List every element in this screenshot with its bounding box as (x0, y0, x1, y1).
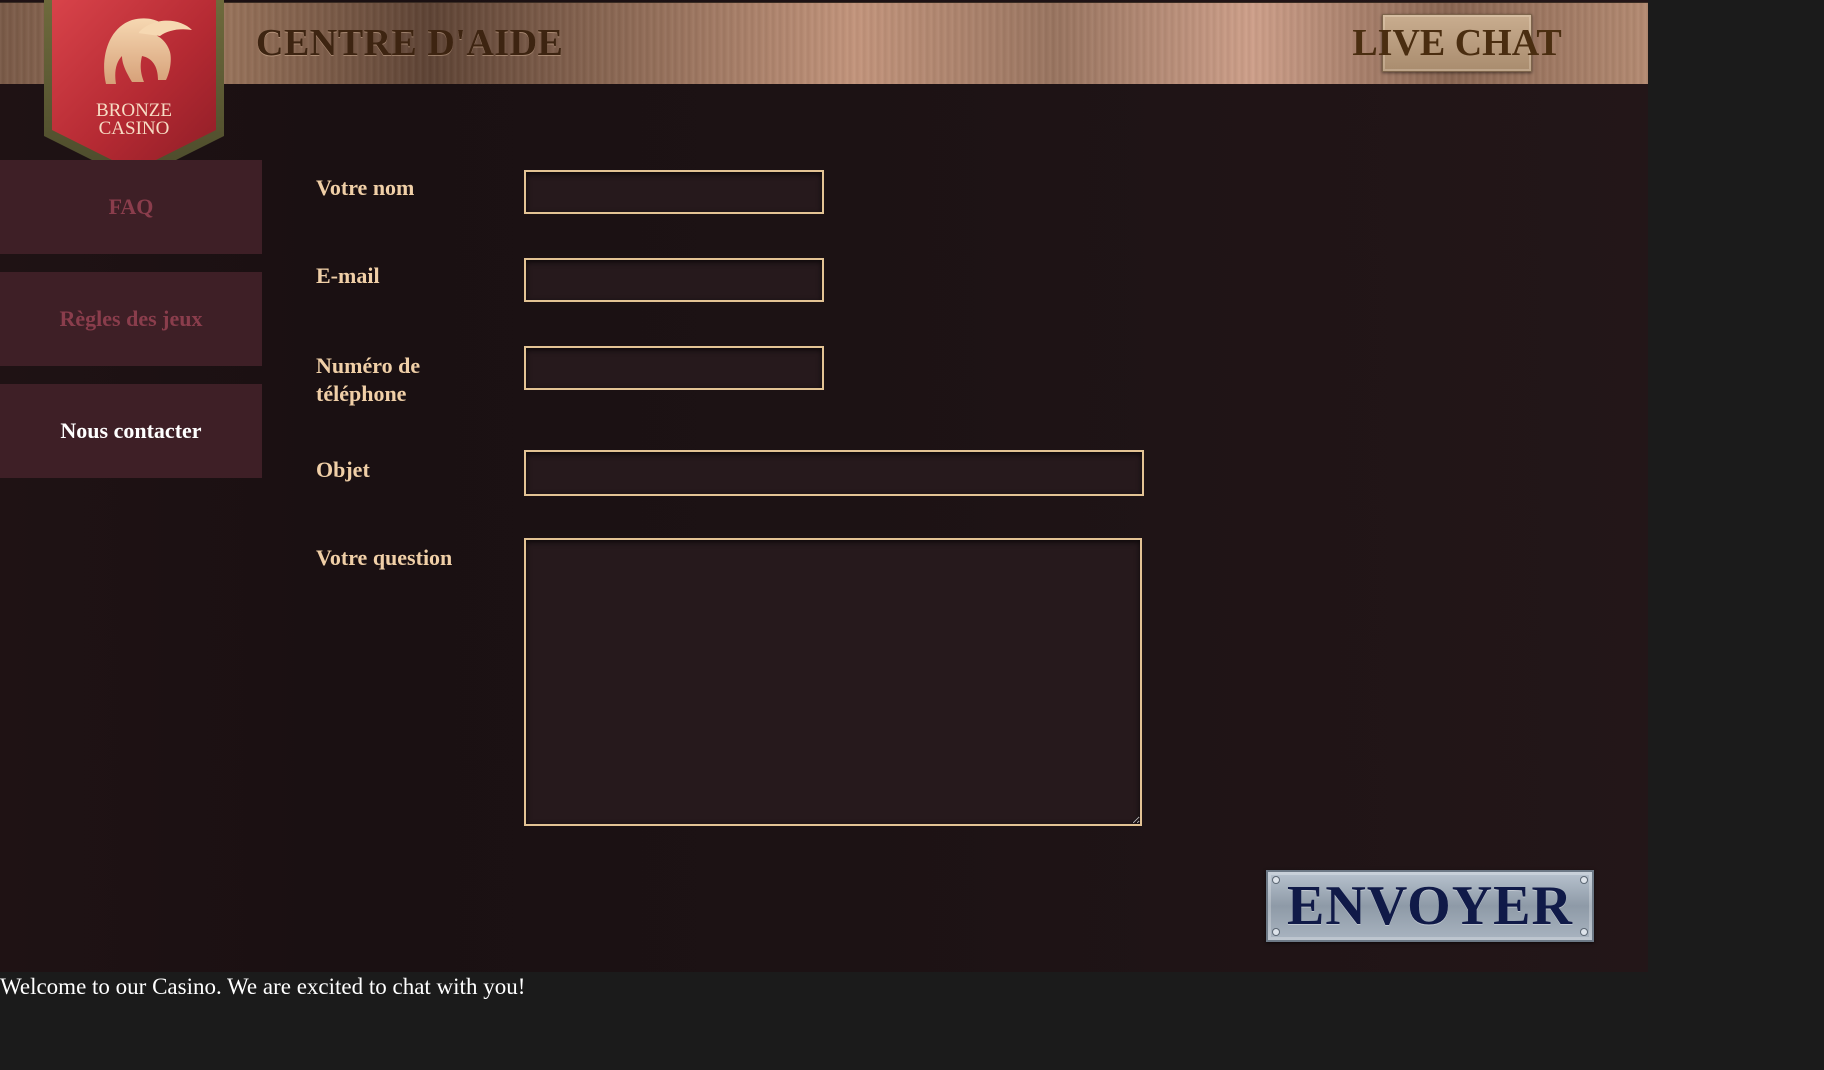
help-center-panel: CENTRE D'AIDE LIVE CHAT BRONZE CASINO FA… (0, 0, 1648, 972)
phone-label: Numéro de téléphone (316, 353, 421, 406)
logo-line2: CASINO (99, 118, 170, 139)
chat-welcome-message: Welcome to our Casino. We are excited to… (0, 974, 526, 999)
sidebar-item-game-rules[interactable]: Règles des jeux (0, 272, 262, 366)
phone-input[interactable] (524, 346, 824, 390)
bronze-casino-logo[interactable]: BRONZE CASINO (42, 0, 226, 182)
subject-label: Objet (316, 457, 370, 482)
name-label: Votre nom (316, 175, 415, 200)
email-label: E-mail (316, 263, 380, 288)
send-button[interactable]: ENVOYER (1266, 870, 1594, 942)
question-textarea[interactable] (524, 538, 1142, 826)
live-chat-button[interactable]: LIVE CHAT (1352, 14, 1562, 72)
rivet-decoration (1581, 929, 1587, 935)
subject-input[interactable] (524, 450, 1144, 496)
page-title: CENTRE D'AIDE (256, 22, 564, 64)
rivet-decoration (1273, 929, 1279, 935)
rivet-decoration (1273, 877, 1279, 883)
rivet-decoration (1581, 877, 1587, 883)
header-bar: CENTRE D'AIDE LIVE CHAT (0, 2, 1648, 84)
sidebar-item-faq[interactable]: FAQ (0, 160, 262, 254)
email-input[interactable] (524, 258, 824, 302)
sidebar-item-contact[interactable]: Nous contacter (0, 384, 262, 478)
question-label: Votre question (316, 545, 453, 570)
name-input[interactable] (524, 170, 824, 214)
send-button-label: ENVOYER (1287, 875, 1573, 937)
